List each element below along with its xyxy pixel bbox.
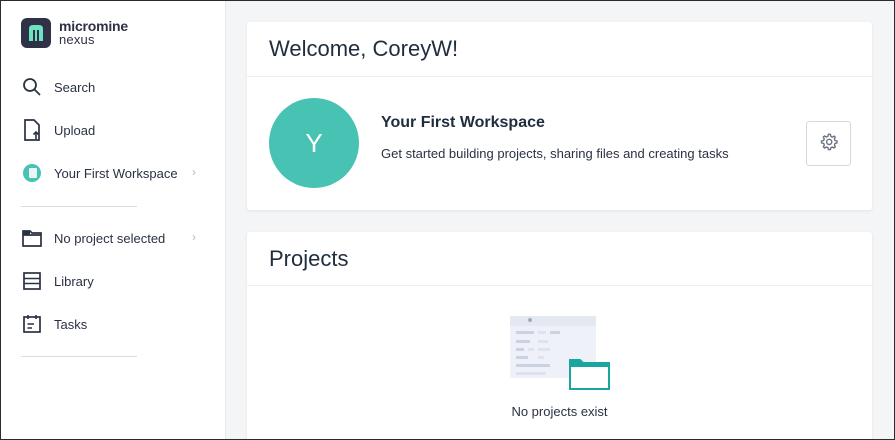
empty-projects-illustration xyxy=(510,316,610,396)
sidebar-item-library[interactable]: Library xyxy=(21,268,206,294)
chevron-right-icon: › xyxy=(192,230,196,244)
library-icon xyxy=(21,270,43,292)
upload-file-icon xyxy=(21,119,43,141)
empty-projects-message: No projects exist xyxy=(511,404,608,419)
workspace-avatar-letter: Y xyxy=(305,127,323,158)
sidebar-divider xyxy=(21,206,137,207)
app-logo[interactable]: micromine nexus xyxy=(21,18,128,48)
sidebar-item-workspace[interactable]: Your First Workspace › xyxy=(21,160,206,186)
logo-text-secondary: nexus xyxy=(59,32,95,47)
sidebar-item-upload[interactable]: Upload xyxy=(21,117,206,143)
workspace-description: Get started building projects, sharing f… xyxy=(381,146,729,161)
workspace-name[interactable]: Your First Workspace xyxy=(381,114,545,132)
sidebar-item-label: Search xyxy=(54,79,96,95)
folder-icon xyxy=(21,227,43,249)
micromine-logo-icon xyxy=(21,18,51,48)
card-divider xyxy=(247,285,872,286)
workspace-avatar-icon xyxy=(21,162,43,184)
sidebar-item-project[interactable]: No project selected › xyxy=(21,225,206,251)
tasks-icon xyxy=(21,313,43,335)
workspace-settings-button[interactable] xyxy=(806,121,851,166)
sidebar-item-label: Library xyxy=(54,273,94,289)
sidebar-item-label: No project selected xyxy=(54,230,166,246)
projects-title: Projects xyxy=(269,246,349,271)
card-divider xyxy=(247,76,872,77)
chevron-right-icon: › xyxy=(192,165,196,179)
sidebar-divider xyxy=(21,356,137,357)
workspace-avatar: Y xyxy=(269,98,359,188)
sidebar-item-search[interactable]: Search xyxy=(21,74,206,100)
sidebar: micromine nexus Search Upload Your First… xyxy=(1,1,226,439)
sidebar-item-tasks[interactable]: Tasks xyxy=(21,311,206,337)
welcome-card: Welcome, CoreyW! Y Your First Workspace … xyxy=(247,22,872,210)
welcome-title: Welcome, CoreyW! xyxy=(269,36,459,61)
sidebar-item-label: Upload xyxy=(54,122,96,138)
gear-icon xyxy=(819,132,839,155)
search-icon xyxy=(21,76,43,98)
sidebar-item-label: Your First Workspace xyxy=(54,165,178,181)
projects-card: Projects No projects exist xyxy=(247,232,872,440)
sidebar-item-label: Tasks xyxy=(54,316,88,332)
